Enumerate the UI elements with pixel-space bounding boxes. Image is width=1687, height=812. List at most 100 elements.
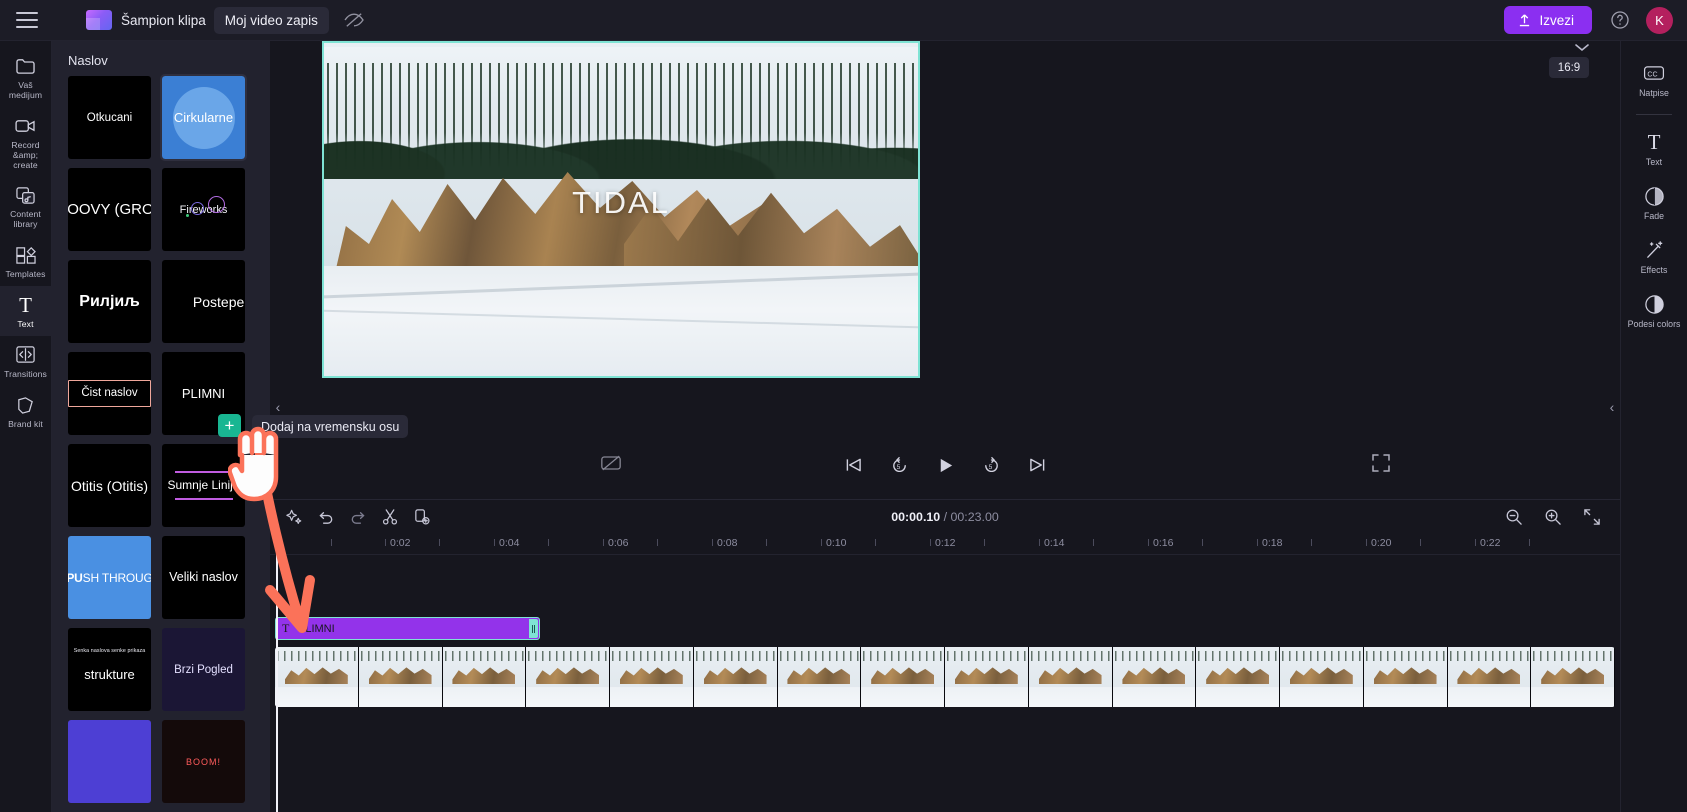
transport-controls: 5 5 [270,453,1620,477]
text-t-icon: T [1647,129,1661,154]
template-label: Cirkularne [173,110,234,125]
forward-5-icon[interactable]: 5 [979,453,1003,477]
right-item-text[interactable]: T Text [1621,122,1687,176]
sidebar-label: Content library [10,209,41,230]
template-label: Sumnje Linije [167,478,240,493]
ruler-label: 0:14 [1044,537,1065,549]
content-library-icon [15,184,36,206]
template-tile[interactable]: Otitis (Otitis) [68,444,151,527]
clip-thumbnail [1280,647,1364,707]
avatar[interactable]: K [1646,6,1673,34]
sidebar-item-record-create[interactable]: Record &amp; create [0,107,52,177]
left-sidebar: Vaš medijum Record &amp; create Content … [0,41,52,812]
template-tile[interactable]: Postepeno pojavljivanje i iščezavanje [162,260,245,343]
clip-thumbnail [275,647,359,707]
template-label: GROOVY (GROOVY) [68,201,151,218]
sidebar-item-text[interactable]: T Text [0,286,52,336]
template-tile[interactable] [68,720,151,803]
sidebar-label: Transitions [4,368,47,379]
transitions-icon [15,344,36,366]
question-circle-icon[interactable] [1610,10,1630,30]
right-item-captions[interactable]: CC Natpise [1621,53,1687,107]
video-clip[interactable] [275,647,1615,707]
scissors-icon[interactable] [380,507,400,527]
clip-thumbnail [358,647,443,707]
export-button[interactable]: Izvezi [1504,6,1592,34]
export-label: Izvezi [1539,12,1574,28]
snowfield-layer [324,266,918,376]
hamburger-icon[interactable] [16,12,38,28]
template-tile[interactable]: Sumnje Linije [162,444,245,527]
zoom-out-icon[interactable] [1504,507,1524,527]
sidebar-item-transitions[interactable]: Transitions [0,336,52,386]
aspect-ratio-button[interactable]: 16:9 [1549,57,1589,78]
sidebar-label: Text [17,319,34,329]
template-tile[interactable]: Fireworks [162,168,245,251]
right-item-label: Natpise [1639,88,1669,98]
clip-thumbnail [945,647,1029,707]
total-time: 00:23.00 [950,509,999,524]
template-tile[interactable]: BOOM! [162,720,245,803]
skip-end-icon[interactable] [1025,453,1049,477]
effects-wand-icon [1644,239,1665,261]
ruler-label: 0:06 [608,537,629,549]
sidebar-item-content-library[interactable]: Content library [0,176,52,236]
ruler-label: 0:10 [826,537,847,549]
playhead-knob[interactable] [273,533,281,542]
template-tile[interactable]: Veliki naslov [162,536,245,619]
eye-off-icon[interactable] [343,11,365,29]
panel-title: Naslov [68,53,108,68]
template-tile[interactable]: GROOVY (GROOVY) [68,168,151,251]
template-tile[interactable]: PUPUSH THROUGHSH THROUG [68,536,151,619]
sidebar-item-your-media[interactable]: Vaš medijum [0,47,52,107]
text-clip[interactable]: T PLIMNI [275,617,540,640]
right-sidebar: CC Natpise T Text Fade Effects Podesi co… [1620,41,1687,812]
right-item-label: Text [1645,157,1663,168]
template-tile[interactable]: Brzi Pogled [162,628,245,711]
fade-circle-icon [1644,185,1665,207]
redo-icon[interactable] [348,507,368,527]
play-button[interactable] [933,453,957,477]
timeline-toolbar: 00:00.10 / 00:23.00 [270,499,1620,533]
zoom-in-icon[interactable] [1543,507,1563,527]
ruler-label: 0:04 [499,537,520,549]
ruler-label: 0:08 [717,537,738,549]
timeline-ruler[interactable]: 0:02 0:04 0:06 0:08 0:10 0:12 0:14 0:16 … [270,533,1620,555]
template-label: Otkucani [86,111,133,124]
template-tile[interactable]: Cirkularne [160,74,247,161]
timecode-display: 00:00.10 / 00:23.00 [270,510,1620,524]
rewind-5-icon[interactable]: 5 [887,453,911,477]
playhead[interactable] [273,533,281,812]
template-tile[interactable]: Senka naslova senke prikaza strukture [68,628,151,711]
sidebar-item-brand-kit[interactable]: Brand kit [0,386,52,436]
duplicate-icon[interactable] [412,507,432,527]
top-bar: Šampion klipa Moj video zapis Izvezi K [0,0,1687,41]
divider [1636,114,1672,116]
closed-caption-icon: CC [1643,62,1665,84]
sidebar-item-templates[interactable]: Templates [0,236,52,286]
template-tile[interactable]: Рилјиљ [68,260,151,343]
svg-text:5: 5 [896,463,900,470]
right-item-fade[interactable]: Fade [1621,176,1687,230]
ruler-label: 0:22 [1480,537,1501,549]
ruler-label: 0:16 [1153,537,1174,549]
chevron-down-icon[interactable] [1572,40,1592,54]
sparkle-icon[interactable] [284,507,304,527]
clip-trim-handle[interactable] [529,619,538,638]
add-to-timeline-button[interactable]: + [218,414,241,437]
chevron-left-icon-right[interactable]: ‹ [1604,396,1620,418]
template-sublabel: Senka naslova senke prikaza [73,648,146,654]
undo-icon[interactable] [316,507,336,527]
video-preview[interactable]: TIDAL [322,41,920,378]
fit-to-screen-icon[interactable] [1582,507,1602,527]
clip-thumbnail [526,647,610,707]
clip-thumbnail [1531,647,1615,707]
right-item-effects[interactable]: Effects [1621,230,1687,284]
fullscreen-icon[interactable] [1371,453,1391,473]
template-tile[interactable]: Otkucani [68,76,151,159]
skip-start-icon[interactable] [841,453,865,477]
project-name-input[interactable]: Moj video zapis [213,6,329,34]
right-item-adjust-colors[interactable]: Podesi colors [1621,284,1687,338]
template-tile[interactable]: Čist naslov [68,352,151,435]
svg-text:5: 5 [988,463,992,470]
